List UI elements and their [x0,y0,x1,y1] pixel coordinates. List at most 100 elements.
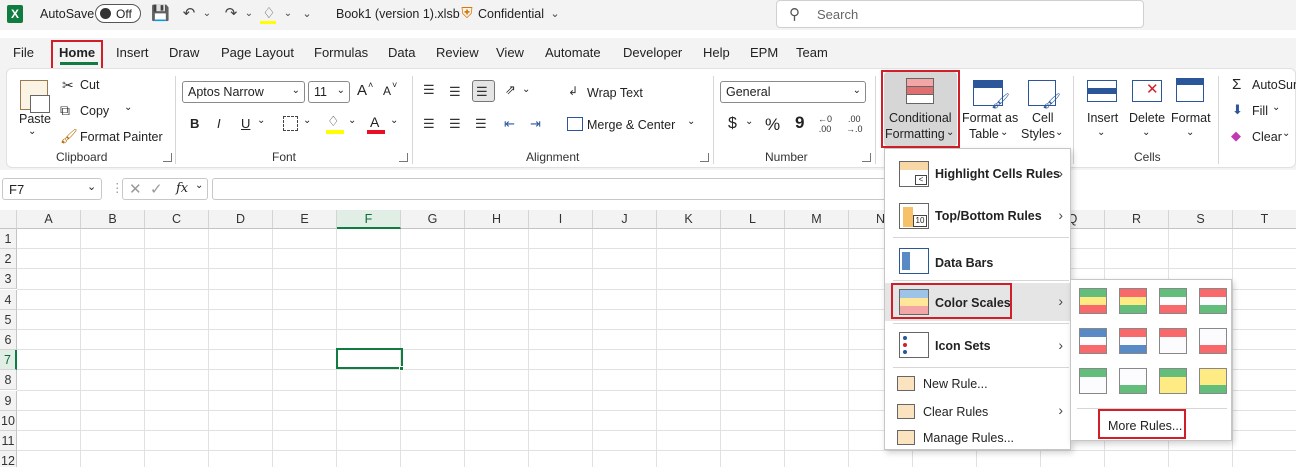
color-scale-option[interactable] [1079,288,1107,314]
font-launcher-icon[interactable] [399,153,408,162]
merge-dropdown-icon[interactable]: ⌄ [687,116,695,127]
borders-icon[interactable] [283,116,298,131]
cancel-icon[interactable]: ✕ [129,180,142,198]
color-scale-option[interactable] [1119,288,1147,314]
active-cell-f7[interactable] [336,348,403,369]
color-scale-option[interactable] [1199,328,1227,354]
redo-dropdown-icon[interactable]: ⌄ [240,5,258,23]
row-header-4[interactable]: 4 [0,290,17,310]
sensitivity-label[interactable]: Confidential [478,7,544,21]
color-scale-option[interactable] [1159,288,1187,314]
italic-button[interactable]: I [217,116,221,131]
column-header-h[interactable]: H [465,210,529,229]
undo-dropdown-icon[interactable]: ⌄ [198,5,216,23]
menu-item-top-bottom-rules[interactable]: 10 Top/Bottom Rules › [885,199,1071,233]
row-header-1[interactable]: 1 [0,229,17,249]
tab-developer[interactable]: Developer [623,45,682,60]
autosave-toggle[interactable]: Off [95,4,141,23]
fill-dropdown-icon[interactable]: ⌄ [279,5,297,23]
tab-draw[interactable]: Draw [169,45,199,60]
row-header-12[interactable]: 12 [0,451,17,467]
color-scale-option[interactable] [1079,368,1107,394]
customize-qat-icon[interactable]: ⌄ [298,5,316,23]
row-header-3[interactable]: 3 [0,269,17,289]
row-header-2[interactable]: 2 [0,249,17,269]
search-box[interactable]: ⚲ Search [776,0,1144,28]
column-header-c[interactable]: C [145,210,209,229]
font-name-dropdown[interactable]: Aptos Narrow ⌄ [182,81,305,103]
font-color-dropdown-icon[interactable]: ⌄ [390,115,398,126]
menu-item-highlight-cells-rules[interactable]: < Highlight Cells Rules › [885,157,1071,191]
tab-formulas[interactable]: Formulas [314,45,368,60]
color-scale-option[interactable] [1119,328,1147,354]
cell-styles-label-2[interactable]: Styles [1021,127,1055,141]
column-header-b[interactable]: B [81,210,145,229]
menu-item-clear-rules[interactable]: Clear Rules › [885,399,1071,425]
tab-epm[interactable]: EPM [750,45,778,60]
menu-item-data-bars[interactable]: Data Bars [885,243,1071,279]
wrap-text-icon[interactable]: ↲ [568,84,578,98]
format-painter-button[interactable]: Format Painter [80,130,163,144]
merge-center-icon[interactable] [567,117,583,131]
merge-center-button[interactable]: Merge & Center [587,118,675,132]
column-header-l[interactable]: L [721,210,785,229]
row-header-7[interactable]: 7 [0,350,17,370]
tab-file[interactable]: File [13,45,34,60]
increase-font-icon[interactable]: A [357,82,367,99]
eraser-icon[interactable]: ◆ [1231,128,1241,144]
redo-icon[interactable]: ↷ [222,5,240,23]
menu-item-manage-rules[interactable]: Manage Rules... [885,427,1071,449]
cell-styles-label-1[interactable]: Cell [1032,111,1054,125]
orientation-dropdown-icon[interactable]: ⌄ [522,84,530,95]
enter-icon[interactable]: ✓ [150,180,163,198]
select-all-corner[interactable] [0,210,17,229]
column-header-e[interactable]: E [273,210,337,229]
cut-button[interactable]: Cut [80,78,99,92]
color-scale-option[interactable] [1079,328,1107,354]
color-scale-option[interactable] [1199,288,1227,314]
align-top-icon[interactable]: ☰ [423,82,435,98]
row-header-10[interactable]: 10 [0,411,17,431]
align-middle-icon[interactable]: ☰ [449,84,461,100]
formula-input[interactable] [212,178,902,200]
column-header-r[interactable]: R [1105,210,1169,229]
row-header-11[interactable]: 11 [0,431,17,451]
row-header-5[interactable]: 5 [0,310,17,330]
format-as-table-label-1[interactable]: Format as [962,111,1018,125]
tab-insert[interactable]: Insert [116,45,149,60]
column-header-d[interactable]: D [209,210,273,229]
format-painter-icon[interactable]: 🖌 [60,128,78,145]
copy-button[interactable]: Copy [80,104,109,118]
menu-item-new-rule[interactable]: New Rule... [885,371,1071,397]
paste-button[interactable]: Paste [19,112,51,126]
autosum-button[interactable]: AutoSum [1252,78,1296,92]
tab-view[interactable]: View [496,45,524,60]
tab-help[interactable]: Help [703,45,730,60]
decrease-decimal-icon[interactable]: .00 →.0 [846,114,863,134]
number-launcher-icon[interactable] [862,153,871,162]
menu-item-icon-sets[interactable]: Icon Sets › [885,327,1071,363]
color-scale-option[interactable] [1159,328,1187,354]
increase-decimal-icon[interactable]: ←0.00 [818,114,832,134]
font-color-icon[interactable]: A [370,114,379,130]
format-button[interactable]: Format [1171,111,1211,125]
delete-button[interactable]: Delete [1129,111,1165,125]
clipboard-launcher-icon[interactable] [163,153,172,162]
insert-function-button[interactable]: fx [176,181,188,196]
comma-button[interactable]: 9 [795,113,804,133]
column-header-i[interactable]: I [529,210,593,229]
bold-button[interactable]: B [190,116,199,131]
decrease-font-icon[interactable]: A [383,84,391,98]
insert-button[interactable]: Insert [1087,111,1118,125]
copy-icon[interactable]: ⧉ [60,102,70,119]
column-header-k[interactable]: K [657,210,721,229]
insert-cells-icon[interactable] [1087,80,1117,102]
percent-button[interactable]: % [765,115,780,135]
fill-handle[interactable] [399,366,404,371]
align-right-icon[interactable]: ☰ [475,116,487,132]
borders-dropdown-icon[interactable]: ⌄ [303,115,311,126]
paste-dropdown-icon[interactable]: ⌄ [28,126,36,137]
save-icon[interactable]: 💾 [151,5,170,23]
fill-down-icon[interactable]: ⬇ [1232,102,1243,118]
underline-button[interactable]: U [241,116,250,131]
